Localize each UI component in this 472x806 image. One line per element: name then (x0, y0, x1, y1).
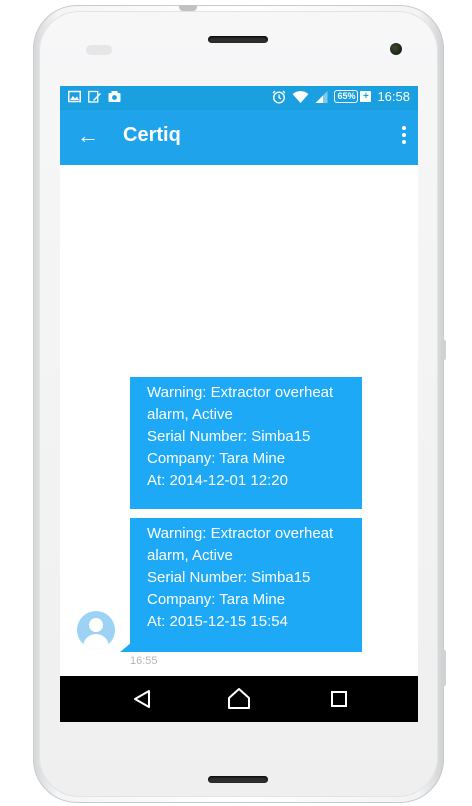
bottom-speaker (208, 776, 268, 783)
alarm-icon (272, 90, 286, 104)
notification-icons (68, 90, 121, 103)
message-timestamp: 16:55 (130, 655, 158, 667)
home-icon[interactable] (225, 685, 253, 713)
charging-icon: + (360, 91, 372, 102)
battery-percent: 65% (334, 90, 359, 103)
message-line: Serial Number: Simba15 (147, 569, 311, 586)
wifi-icon (292, 90, 309, 103)
navigation-bar (60, 676, 418, 722)
message-list[interactable]: Warning: Extractor overheat alarm, Activ… (60, 165, 418, 676)
front-camera (390, 43, 402, 55)
message-line: Warning: Extractor overheat (147, 384, 334, 401)
gallery-icon (68, 90, 81, 103)
contact-avatar[interactable] (77, 611, 115, 649)
status-bar: 65% + 16:58 (60, 86, 418, 110)
bubble-tail (120, 642, 132, 652)
message-line: Serial Number: Simba15 (147, 428, 311, 445)
status-right: 65% + 16:58 (272, 89, 410, 104)
message-bubble[interactable]: Warning: Extractor overheat alarm, Activ… (130, 377, 362, 509)
camera-icon (108, 91, 121, 102)
message-line: Company: Tara Mine (147, 591, 286, 608)
message-line: alarm, Active (147, 547, 233, 564)
status-time: 16:58 (377, 89, 410, 104)
earpiece-speaker (208, 36, 268, 43)
conversation-title: Certiq (123, 124, 181, 146)
app-bar: ← Certiq (60, 110, 418, 165)
message-line: At: 2015-12-15 15:54 (147, 613, 288, 630)
person-icon-body (83, 634, 109, 649)
side-button-lower (441, 650, 446, 686)
phone-screen: 65% + 16:58 ← Certiq Warning: Extractor … (60, 86, 418, 722)
message-line: At: 2014-12-01 12:20 (147, 472, 288, 489)
more-vert-icon[interactable] (400, 126, 408, 148)
proximity-sensor (86, 45, 112, 55)
arrow-left-icon[interactable]: ← (74, 122, 102, 150)
battery-indicator: 65% + (334, 90, 372, 103)
message-line: Company: Tara Mine (147, 450, 286, 467)
message-bubble[interactable]: Warning: Extractor overheat alarm, Activ… (130, 518, 362, 652)
message-line: Warning: Extractor overheat (147, 525, 334, 542)
side-button-upper (441, 340, 446, 360)
edit-note-icon (88, 90, 101, 103)
recents-icon[interactable] (325, 685, 353, 713)
person-icon-head (89, 618, 103, 632)
back-triangle-icon[interactable] (128, 685, 156, 713)
message-line: alarm, Active (147, 406, 233, 423)
signal-icon (315, 90, 328, 103)
